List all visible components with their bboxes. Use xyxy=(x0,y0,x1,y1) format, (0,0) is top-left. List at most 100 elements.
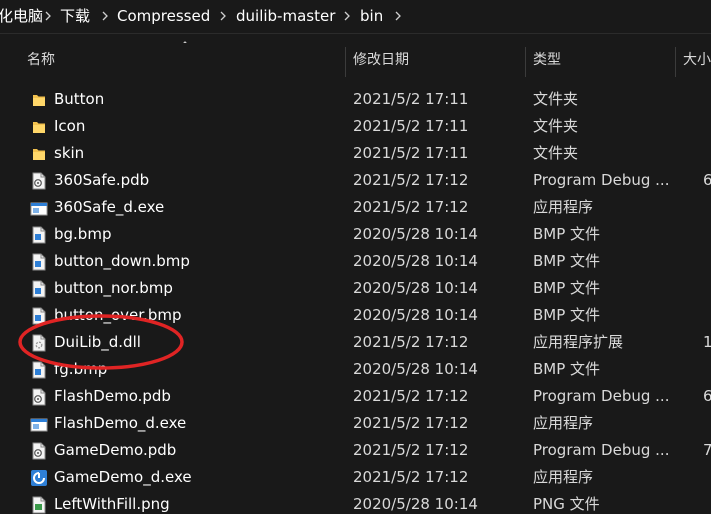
chevron-right-icon[interactable] xyxy=(101,5,109,27)
file-type: Program Debug ... xyxy=(533,441,670,459)
file-date-modified: 2021/5/2 17:12 xyxy=(353,387,469,405)
file-row[interactable]: FlashDemo_d.exe 2021/5/2 17:12 应用程序 xyxy=(0,410,711,437)
pdb-file-icon xyxy=(30,441,48,461)
pdb-file-icon xyxy=(30,387,48,407)
column-header-type[interactable]: 类型 xyxy=(533,43,561,78)
breadcrumb-item-downloads[interactable]: 下载 xyxy=(60,5,90,27)
breadcrumb-item-duilib-master[interactable]: duilib-master xyxy=(236,5,335,27)
file-row[interactable]: bg.bmp 2020/5/28 10:14 BMP 文件 xyxy=(0,221,711,248)
column-header-size[interactable]: 大小 xyxy=(683,43,711,78)
folder-icon xyxy=(30,144,48,164)
chevron-right-icon[interactable] xyxy=(44,5,52,27)
file-date-modified: 2020/5/28 10:14 xyxy=(353,306,478,324)
file-row[interactable]: GameDemo_d.exe 2021/5/2 17:12 应用程序 xyxy=(0,464,711,491)
file-type: 应用程序 xyxy=(533,414,594,432)
bmp-file-icon xyxy=(30,360,48,380)
file-date-modified: 2020/5/28 10:14 xyxy=(353,360,478,378)
dll-file-icon xyxy=(30,333,48,353)
column-header-name[interactable]: 名称 xyxy=(27,43,55,78)
exe-file-icon xyxy=(30,414,48,434)
file-row[interactable]: fg.bmp 2020/5/28 10:14 BMP 文件 xyxy=(0,356,711,383)
file-name: bg.bmp xyxy=(54,225,112,243)
file-type: BMP 文件 xyxy=(533,360,601,378)
file-name: LeftWithFill.png xyxy=(54,495,170,513)
file-type: 文件夹 xyxy=(533,90,579,108)
file-type: BMP 文件 xyxy=(533,225,601,243)
file-name: FlashDemo.pdb xyxy=(54,387,171,405)
file-type: BMP 文件 xyxy=(533,279,601,297)
file-type: 文件夹 xyxy=(533,144,579,162)
file-date-modified: 2021/5/2 17:12 xyxy=(353,333,469,351)
file-name: GameDemo.pdb xyxy=(54,441,177,459)
file-name: Icon xyxy=(54,117,86,135)
file-type: 文件夹 xyxy=(533,117,579,135)
file-size: 7 xyxy=(703,441,711,459)
file-row[interactable]: Button 2021/5/2 17:11 文件夹 xyxy=(0,86,711,113)
file-type: BMP 文件 xyxy=(533,252,601,270)
file-type: BMP 文件 xyxy=(533,306,601,324)
file-date-modified: 2021/5/2 17:12 xyxy=(353,414,469,432)
bmp-file-icon xyxy=(30,279,48,299)
file-date-modified: 2021/5/2 17:12 xyxy=(353,468,469,486)
file-type: 应用程序 xyxy=(533,198,594,216)
bmp-file-icon xyxy=(30,225,48,245)
file-name: fg.bmp xyxy=(54,360,108,378)
file-name: button_nor.bmp xyxy=(54,279,173,297)
file-row[interactable]: skin 2021/5/2 17:11 文件夹 xyxy=(0,140,711,167)
file-row[interactable]: DuiLib_d.dll 2021/5/2 17:12 应用程序扩展 1 xyxy=(0,329,711,356)
file-size: 6 xyxy=(703,387,711,405)
file-row[interactable]: LeftWithFill.png 2020/5/28 10:14 PNG 文件 xyxy=(0,491,711,514)
folder-icon xyxy=(30,117,48,137)
file-name: button_down.bmp xyxy=(54,252,190,270)
file-size: 6 xyxy=(703,171,711,189)
file-date-modified: 2020/5/28 10:14 xyxy=(353,225,478,243)
breadcrumb-item-bin[interactable]: bin xyxy=(360,5,383,27)
file-name: FlashDemo_d.exe xyxy=(54,414,187,432)
breadcrumb-item-this-pc[interactable]: 化电脑 xyxy=(0,5,43,27)
folder-icon xyxy=(30,90,48,110)
file-date-modified: 2020/5/28 10:14 xyxy=(353,279,478,297)
file-type: Program Debug ... xyxy=(533,171,670,189)
column-header-date[interactable]: 修改日期 xyxy=(353,43,409,78)
png-file-icon xyxy=(30,495,48,514)
file-date-modified: 2020/5/28 10:14 xyxy=(353,252,478,270)
file-date-modified: 2021/5/2 17:12 xyxy=(353,198,469,216)
file-name: GameDemo_d.exe xyxy=(54,468,192,486)
file-date-modified: 2021/5/2 17:11 xyxy=(353,117,469,135)
file-type: 应用程序 xyxy=(533,468,594,486)
column-divider[interactable] xyxy=(525,47,526,77)
file-size: 1 xyxy=(703,333,711,351)
file-name: DuiLib_d.dll xyxy=(54,333,141,351)
file-date-modified: 2021/5/2 17:11 xyxy=(353,144,469,162)
file-name: 360Safe.pdb xyxy=(54,171,150,189)
exe-file-icon xyxy=(30,198,48,218)
file-date-modified: 2021/5/2 17:12 xyxy=(353,441,469,459)
file-row[interactable]: FlashDemo.pdb 2021/5/2 17:12 Program Debug… xyxy=(0,383,711,410)
file-row[interactable]: button_nor.bmp 2020/5/28 10:14 BMP 文件 xyxy=(0,275,711,302)
column-divider[interactable] xyxy=(345,47,346,77)
game-exe-icon xyxy=(30,468,48,488)
file-type: PNG 文件 xyxy=(533,495,600,513)
breadcrumb-item-compressed[interactable]: Compressed xyxy=(117,5,210,27)
file-row[interactable]: 360Safe.pdb 2021/5/2 17:12 Program Debug .… xyxy=(0,167,711,194)
file-row[interactable]: GameDemo.pdb 2021/5/2 17:12 Program Debug … xyxy=(0,437,711,464)
file-date-modified: 2020/5/28 10:14 xyxy=(353,495,478,513)
chevron-right-icon[interactable] xyxy=(343,5,351,27)
file-date-modified: 2021/5/2 17:11 xyxy=(353,90,469,108)
file-list: Button 2021/5/2 17:11 文件夹 Icon 2021/5/2 17:1… xyxy=(0,86,711,514)
file-row[interactable]: Icon 2021/5/2 17:11 文件夹 xyxy=(0,113,711,140)
breadcrumb: 化电脑 下载 Compressed duilib-master bin xyxy=(0,0,711,34)
column-divider[interactable] xyxy=(675,47,676,77)
file-explorer-window: 化电脑 下载 Compressed duilib-master bin 名称 修… xyxy=(0,0,711,514)
bmp-file-icon xyxy=(30,252,48,272)
file-name: Button xyxy=(54,90,105,108)
file-row[interactable]: 360Safe_d.exe 2021/5/2 17:12 应用程序 xyxy=(0,194,711,221)
file-row[interactable]: button_over.bmp 2020/5/28 10:14 BMP 文件 xyxy=(0,302,711,329)
bmp-file-icon xyxy=(30,306,48,326)
chevron-right-icon[interactable] xyxy=(394,5,402,27)
chevron-right-icon[interactable] xyxy=(219,5,227,27)
column-header: 名称 修改日期 类型 大小 xyxy=(0,43,711,78)
pdb-file-icon xyxy=(30,171,48,191)
file-row[interactable]: button_down.bmp 2020/5/28 10:14 BMP 文件 xyxy=(0,248,711,275)
file-date-modified: 2021/5/2 17:12 xyxy=(353,171,469,189)
